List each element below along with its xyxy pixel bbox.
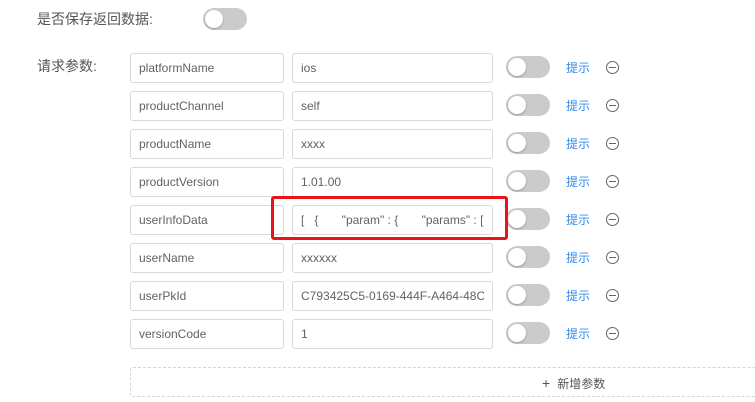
param-row-versionCode: 提示	[0, 319, 755, 349]
param-enable-toggle[interactable]	[506, 284, 550, 306]
param-row-platformName: 提示	[0, 53, 755, 83]
remove-circle-icon[interactable]	[606, 327, 619, 340]
remove-circle-icon[interactable]	[606, 251, 619, 264]
add-param-button[interactable]: + 新增参数	[130, 367, 755, 397]
remove-circle-icon[interactable]	[606, 175, 619, 188]
toggle-knob	[508, 286, 526, 304]
param-enable-toggle[interactable]	[506, 322, 550, 344]
toggle-knob	[508, 324, 526, 342]
param-row-userPkId: 提示	[0, 281, 755, 311]
param-enable-toggle[interactable]	[506, 94, 550, 116]
param-value-input[interactable]	[292, 167, 493, 197]
param-value-input[interactable]	[292, 205, 493, 235]
param-value-input[interactable]	[292, 129, 493, 159]
param-enable-toggle[interactable]	[506, 132, 550, 154]
param-value-input[interactable]	[292, 281, 493, 311]
hint-link[interactable]: 提示	[566, 287, 590, 305]
hint-link[interactable]: 提示	[566, 211, 590, 229]
hint-link[interactable]: 提示	[566, 59, 590, 77]
param-value-input[interactable]	[292, 53, 493, 83]
param-enable-toggle[interactable]	[506, 56, 550, 78]
hint-link[interactable]: 提示	[566, 325, 590, 343]
param-key-input[interactable]	[130, 53, 284, 83]
remove-circle-icon[interactable]	[606, 213, 619, 226]
toggle-knob	[508, 210, 526, 228]
param-row-userInfoData: 提示	[0, 205, 755, 235]
save-return-label: 是否保存返回数据:	[37, 11, 153, 27]
param-row-productName: 提示	[0, 129, 755, 159]
hint-link[interactable]: 提示	[566, 97, 590, 115]
hint-link[interactable]: 提示	[566, 249, 590, 267]
hint-link[interactable]: 提示	[566, 135, 590, 153]
add-param-label: 新增参数	[557, 377, 606, 391]
toggle-knob	[508, 172, 526, 190]
remove-circle-icon[interactable]	[606, 289, 619, 302]
param-value-input[interactable]	[292, 319, 493, 349]
toggle-knob	[508, 58, 526, 76]
toggle-knob	[508, 248, 526, 266]
param-key-input[interactable]	[130, 243, 284, 273]
toggle-knob	[205, 10, 223, 28]
add-param-content: + 新增参数	[542, 374, 605, 393]
param-value-input[interactable]	[292, 91, 493, 121]
toggle-knob	[508, 134, 526, 152]
param-enable-toggle[interactable]	[506, 208, 550, 230]
plus-icon: +	[542, 375, 551, 391]
param-key-input[interactable]	[130, 167, 284, 197]
param-key-input[interactable]	[130, 205, 284, 235]
remove-circle-icon[interactable]	[606, 137, 619, 150]
param-key-input[interactable]	[130, 281, 284, 311]
remove-circle-icon[interactable]	[606, 99, 619, 112]
param-value-input[interactable]	[292, 243, 493, 273]
param-key-input[interactable]	[130, 319, 284, 349]
hint-link[interactable]: 提示	[566, 173, 590, 191]
remove-circle-icon[interactable]	[606, 61, 619, 74]
param-enable-toggle[interactable]	[506, 246, 550, 268]
param-row-productVersion: 提示	[0, 167, 755, 197]
param-key-input[interactable]	[130, 129, 284, 159]
param-row-userName: 提示	[0, 243, 755, 273]
param-row-productChannel: 提示	[0, 91, 755, 121]
param-enable-toggle[interactable]	[506, 170, 550, 192]
param-key-input[interactable]	[130, 91, 284, 121]
toggle-knob	[508, 96, 526, 114]
save-return-toggle[interactable]	[203, 8, 247, 30]
